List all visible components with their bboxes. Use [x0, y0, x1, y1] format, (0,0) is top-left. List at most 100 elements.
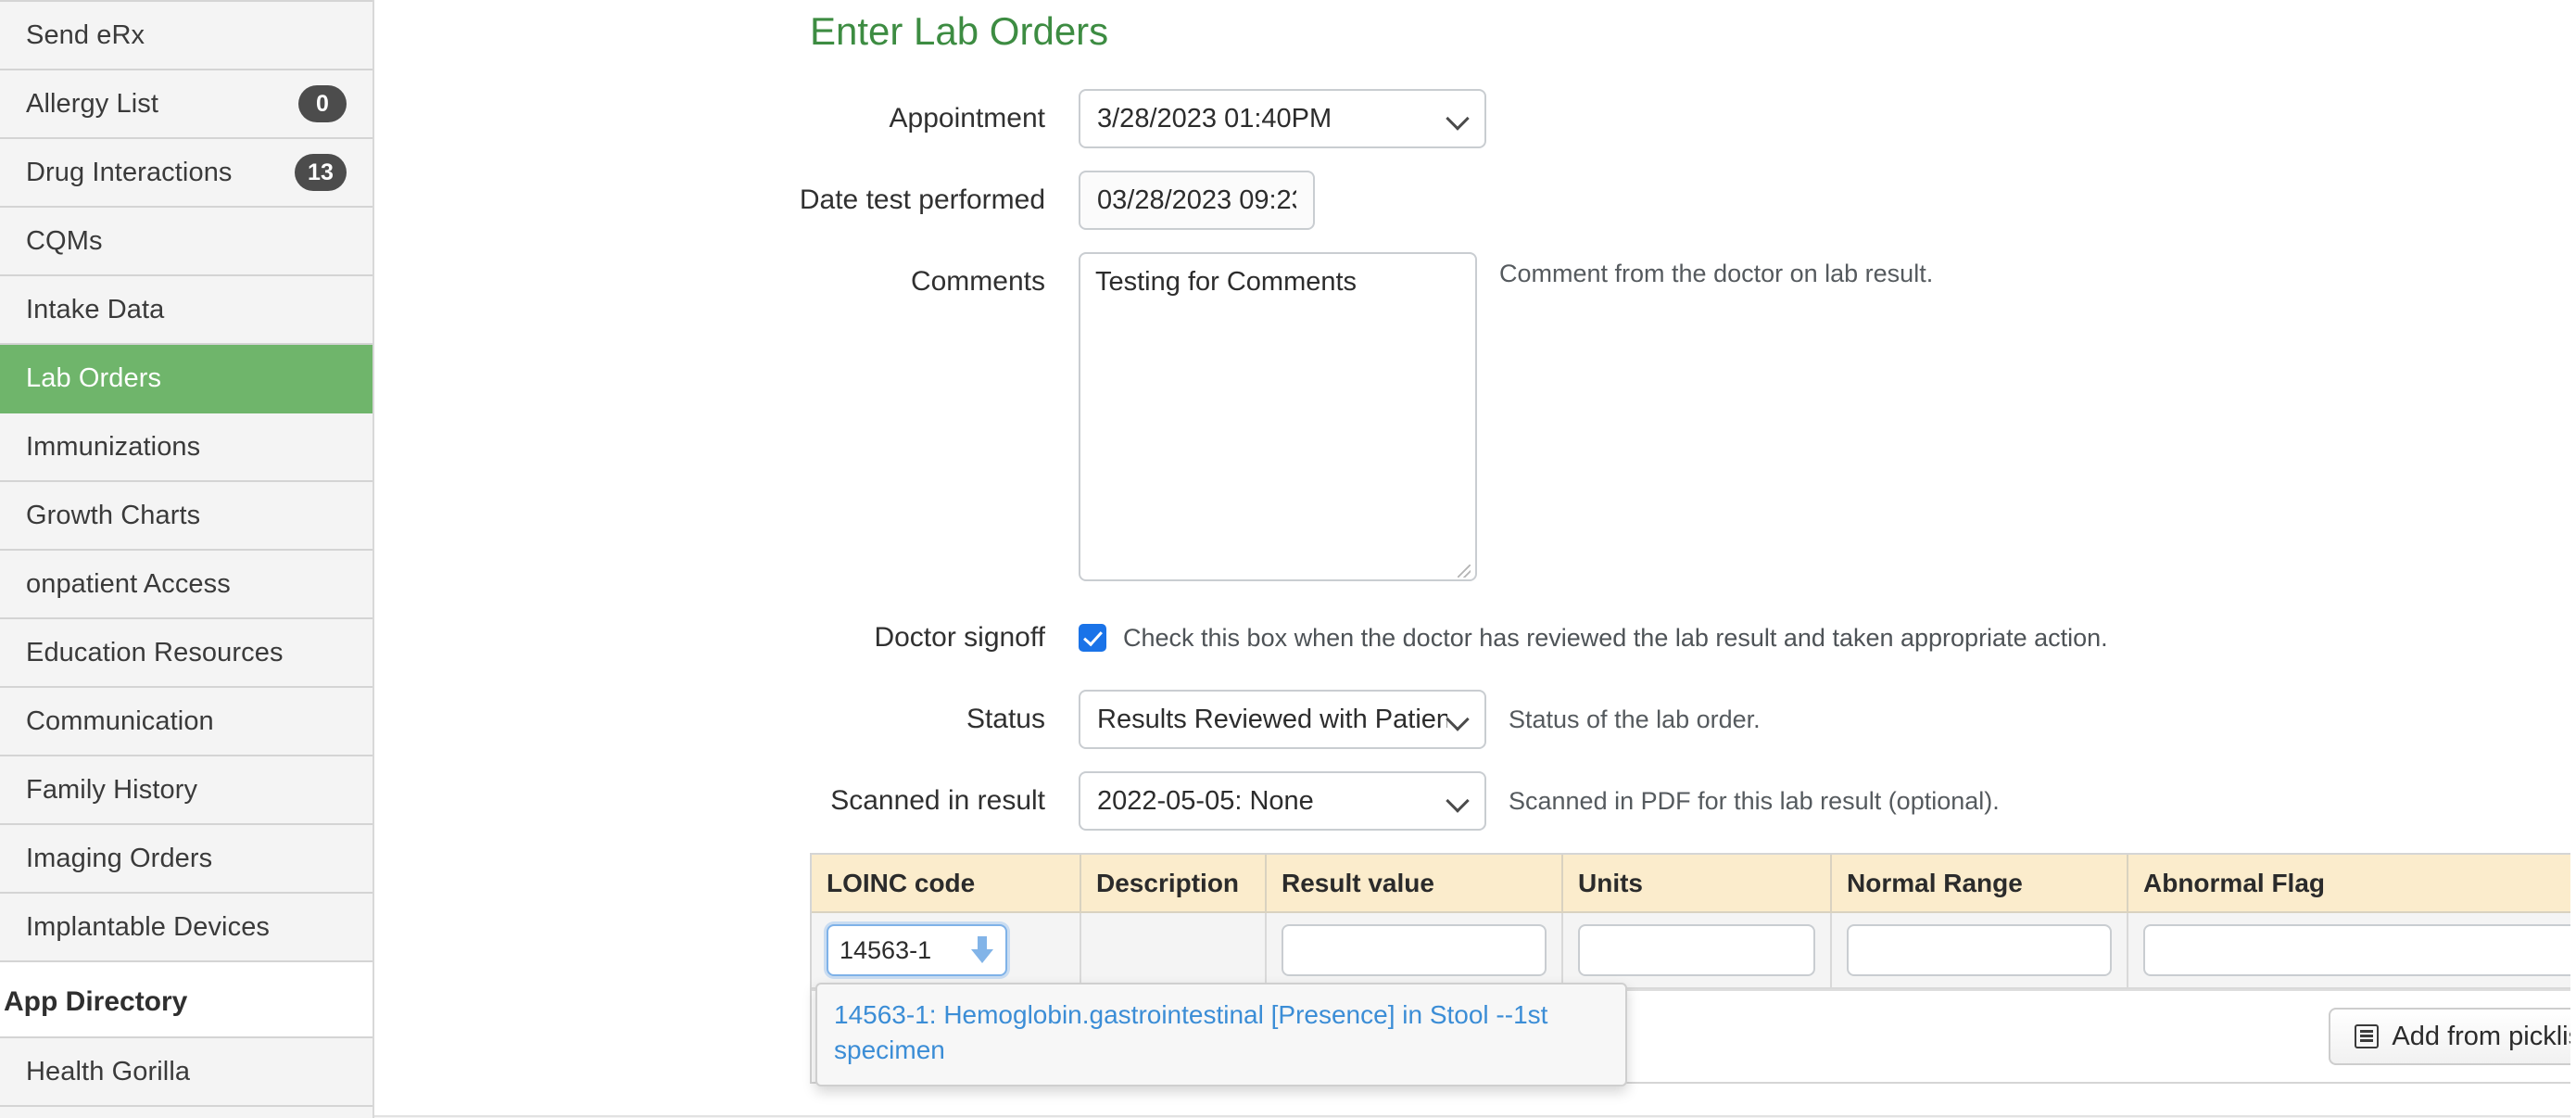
scanned-in-result-control: 2022-05-05: None	[1079, 771, 1486, 831]
sidebar-item-label: Implantable Devices	[26, 911, 271, 942]
scroll-gutter	[2570, 0, 2576, 1118]
cell-abnormal-flag	[2128, 912, 2576, 989]
result-value-input[interactable]	[1282, 924, 1547, 976]
lab-results-table-wrapper: LOINC code Description Result value Unit…	[810, 853, 2576, 1086]
app-directory-group: Health Gorilla	[0, 1036, 373, 1118]
app-directory-heading: App Directory	[0, 962, 373, 1036]
sidebar-item-onpatient-access[interactable]: onpatient Access	[0, 551, 373, 619]
scanned-in-result-help-text: Scanned in PDF for this lab result (opti…	[1509, 787, 2000, 815]
col-header-normal-range: Normal Range	[1831, 855, 2128, 913]
sidebar-item-health-gorilla[interactable]: Health Gorilla	[0, 1038, 373, 1107]
normal-range-input[interactable]	[1847, 924, 2112, 976]
sidebar-item-implantable-devices[interactable]: Implantable Devices	[0, 894, 373, 962]
sidebar-item-partial[interactable]	[0, 1107, 373, 1118]
autocomplete-suggestion[interactable]: 14563-1: Hemoglobin.gastrointestinal [Pr…	[834, 997, 1609, 1068]
allergy-count-badge: 0	[298, 85, 347, 122]
col-header-loinc-code: LOINC code	[812, 855, 1081, 913]
add-from-picklist-button[interactable]: Add from picklist	[2329, 1008, 2576, 1065]
sidebar-item-growth-charts[interactable]: Growth Charts	[0, 482, 373, 551]
doctor-signoff-checkbox[interactable]	[1079, 624, 1106, 652]
sidebar-item-communication[interactable]: Communication	[0, 688, 373, 756]
col-header-units: Units	[1562, 855, 1832, 913]
sidebar-item-drug-interactions[interactable]: Drug Interactions 13	[0, 139, 373, 208]
page-title: Enter Lab Orders	[810, 9, 1109, 53]
cell-units	[1562, 912, 1832, 989]
table-header: LOINC code Description Result value Unit…	[812, 855, 2576, 913]
field-row-scanned-in-result: Scanned in result 2022-05-05: None Scann…	[374, 771, 2576, 831]
sidebar-item-label: Allergy List	[26, 88, 159, 119]
cell-description	[1080, 912, 1267, 989]
loinc-code-input[interactable]: 14563-1	[827, 924, 1007, 976]
chevron-down-icon	[1447, 709, 1468, 730]
sidebar-item-cqms[interactable]: CQMs	[0, 208, 373, 276]
sidebar-item-label: Immunizations	[26, 431, 201, 462]
cell-normal-range	[1831, 912, 2128, 989]
loinc-code-value: 14563-1	[840, 935, 932, 964]
comments-label: Comments	[910, 266, 1045, 297]
col-header-abnormal-flag: Abnormal Flag	[2128, 855, 2576, 913]
sidebar-item-label: Health Gorilla	[26, 1056, 191, 1086]
date-test-performed-input[interactable]	[1079, 171, 1315, 230]
comments-textarea[interactable]	[1079, 252, 1477, 581]
comments-control	[1079, 252, 1477, 586]
chevron-down-icon	[1447, 791, 1468, 811]
lab-orders-page: Send eRx Allergy List 0 Drug Interaction…	[0, 0, 2576, 1118]
arrow-down-icon[interactable]	[970, 936, 994, 964]
doctor-signoff-label: Doctor signoff	[874, 622, 1045, 653]
sidebar-item-label: Communication	[26, 705, 214, 736]
cell-result-value	[1266, 912, 1563, 989]
main-scroll-region: Enter Lab Orders Appointment 3/28/2023 0…	[374, 0, 2576, 1118]
chevron-down-icon	[1447, 108, 1468, 129]
col-header-result-value: Result value	[1266, 855, 1563, 913]
field-row-appointment: Appointment 3/28/2023 01:40PM	[374, 89, 2576, 148]
sidebar-item-family-history[interactable]: Family History	[0, 756, 373, 825]
units-input[interactable]	[1578, 924, 1815, 976]
sidebar-nav-group: Send eRx Allergy List 0 Drug Interaction…	[0, 0, 373, 962]
sidebar-item-label: onpatient Access	[26, 568, 231, 599]
sidebar-item-label: Family History	[26, 774, 198, 805]
drug-interactions-count-badge: 13	[294, 154, 347, 191]
doctor-signoff-control: Check this box when the doctor has revie…	[1079, 608, 2108, 667]
comments-help-text: Comment from the doctor on lab result.	[1499, 260, 1934, 287]
doctor-signoff-checkbox-text: Check this box when the doctor has revie…	[1123, 623, 2108, 652]
sidebar-item-imaging-orders[interactable]: Imaging Orders	[0, 825, 373, 894]
scanned-in-result-selected-value: 2022-05-05: None	[1097, 785, 1314, 816]
abnormal-flag-select[interactable]	[2143, 924, 2576, 976]
field-row-doctor-signoff: Doctor signoff Check this box when the d…	[374, 608, 2576, 667]
sidebar-item-allergy-list[interactable]: Allergy List 0	[0, 70, 373, 139]
sidebar-item-label: Lab Orders	[26, 362, 162, 393]
main-content: Enter Lab Orders Appointment 3/28/2023 0…	[374, 0, 2576, 1118]
date-test-performed-label: Date test performed	[799, 184, 1045, 215]
sidebar-item-label: Growth Charts	[26, 500, 201, 530]
lab-results-table: LOINC code Description Result value Unit…	[812, 855, 2576, 989]
sidebar-item-label: Send eRx	[26, 19, 145, 50]
sidebar: Send eRx Allergy List 0 Drug Interaction…	[0, 0, 374, 1118]
add-from-picklist-label: Add from picklist	[2392, 1021, 2576, 1051]
lab-order-form: Appointment 3/28/2023 01:40PM Date test …	[374, 89, 2576, 831]
col-header-description: Description	[1080, 855, 1267, 913]
sidebar-item-label: Education Resources	[26, 637, 284, 667]
field-row-comments: Comments Comment from the doctor on lab …	[374, 252, 2576, 586]
table-body: 14563-1	[812, 912, 2576, 989]
status-control: Results Reviewed with Patient	[1079, 690, 1486, 749]
field-row-date-test-performed: Date test performed	[374, 171, 2576, 230]
scanned-in-result-label: Scanned in result	[830, 785, 1045, 816]
sidebar-item-intake-data[interactable]: Intake Data	[0, 276, 373, 345]
doctor-signoff-row: Check this box when the doctor has revie…	[1079, 608, 2108, 667]
sidebar-item-label: Imaging Orders	[26, 843, 213, 873]
status-select[interactable]: Results Reviewed with Patient	[1079, 690, 1486, 749]
appointment-label: Appointment	[889, 103, 1045, 133]
sidebar-item-immunizations[interactable]: Immunizations	[0, 413, 373, 482]
list-icon	[2355, 1024, 2380, 1048]
cell-loinc-code: 14563-1	[812, 912, 1081, 989]
sidebar-item-label: Drug Interactions	[26, 157, 233, 187]
sidebar-item-lab-orders[interactable]: Lab Orders	[0, 345, 373, 413]
status-help-text: Status of the lab order.	[1509, 705, 1761, 733]
loinc-autocomplete-popup: 14563-1: Hemoglobin.gastrointestinal [Pr…	[815, 983, 1627, 1086]
status-label: Status	[966, 704, 1045, 734]
sidebar-item-send-erx[interactable]: Send eRx	[0, 2, 373, 70]
scanned-in-result-select[interactable]: 2022-05-05: None	[1079, 771, 1486, 831]
sidebar-item-label: CQMs	[26, 225, 103, 256]
appointment-select[interactable]: 3/28/2023 01:40PM	[1079, 89, 1486, 148]
sidebar-item-education-resources[interactable]: Education Resources	[0, 619, 373, 688]
